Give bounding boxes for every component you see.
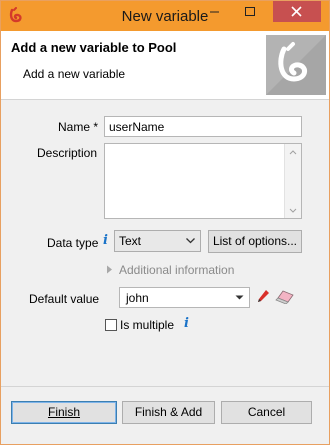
description-textarea[interactable] bbox=[104, 143, 302, 219]
name-input[interactable]: userName bbox=[104, 116, 302, 137]
chevron-down-icon bbox=[186, 238, 195, 244]
minimize-button[interactable] bbox=[200, 1, 228, 22]
eraser-icon[interactable] bbox=[275, 290, 295, 304]
wizard-banner: Add a new variable to Pool Add a new var… bbox=[1, 31, 329, 100]
maximize-icon bbox=[245, 7, 255, 16]
pencil-edit-icon[interactable] bbox=[256, 289, 270, 305]
finish-button-label: Finish bbox=[47, 405, 80, 419]
expand-arrow-icon bbox=[107, 265, 112, 274]
data-type-select[interactable]: Text bbox=[114, 230, 201, 252]
description-scrollbar[interactable] bbox=[284, 144, 301, 218]
is-multiple-info-icon[interactable]: i bbox=[184, 316, 189, 331]
cancel-button[interactable]: Cancel bbox=[221, 401, 312, 424]
default-value-label: Default value bbox=[29, 292, 100, 306]
close-icon bbox=[291, 6, 302, 17]
app-logo-icon bbox=[9, 7, 22, 23]
maximize-button[interactable] bbox=[236, 1, 264, 22]
finish-button[interactable]: Finish bbox=[11, 401, 117, 424]
chevron-down-icon bbox=[235, 295, 244, 300]
data-type-info-icon[interactable]: i bbox=[103, 233, 108, 248]
description-label: Description bbox=[37, 146, 98, 160]
bonita-logo-icon bbox=[266, 35, 326, 95]
banner-title: Add a new variable to Pool bbox=[11, 40, 177, 55]
close-button[interactable] bbox=[273, 1, 321, 22]
list-of-options-button[interactable]: List of options... bbox=[208, 230, 302, 253]
default-value-text: john bbox=[126, 291, 149, 305]
window-title: New variable bbox=[121, 8, 209, 25]
title-bar[interactable]: New variable bbox=[1, 1, 329, 31]
is-multiple-checkbox[interactable] bbox=[105, 319, 117, 331]
dialog-window: New variable Add a new variable to Pool … bbox=[0, 0, 330, 445]
default-value-combo[interactable]: john bbox=[119, 287, 250, 308]
finish-and-add-button[interactable]: Finish & Add bbox=[122, 401, 215, 424]
banner-subtitle: Add a new variable bbox=[23, 67, 126, 81]
minimize-icon bbox=[210, 11, 219, 13]
data-type-label: Data type bbox=[47, 236, 99, 250]
is-multiple-label: Is multiple bbox=[120, 318, 175, 332]
additional-info-label: Additional information bbox=[119, 263, 235, 277]
data-type-value: Text bbox=[119, 234, 142, 248]
footer-divider bbox=[1, 386, 329, 387]
name-label: Name * bbox=[58, 120, 99, 134]
